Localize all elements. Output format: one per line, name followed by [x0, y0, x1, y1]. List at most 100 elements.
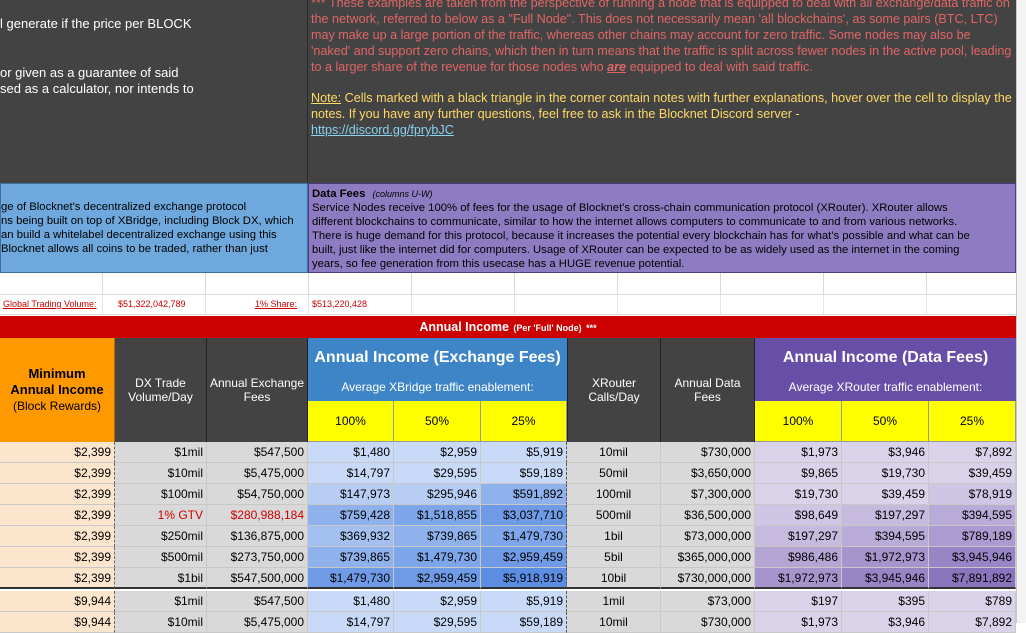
min-income-cell[interactable]: $2,399 [0, 568, 115, 589]
dx-volume-cell[interactable]: $1mil [115, 591, 207, 612]
annual-data-cell[interactable]: $730,000 [661, 442, 755, 463]
xrouter-calls-cell[interactable]: 50mil [567, 463, 661, 484]
annual-data-cell[interactable]: $36,500,000 [661, 505, 755, 526]
data-100-cell[interactable]: $197 [755, 591, 842, 612]
annual-exchange-cell[interactable]: $273,750,000 [207, 547, 308, 568]
dx-volume-cell[interactable]: $1bil [115, 568, 207, 589]
exchange-100-cell[interactable]: $759,428 [308, 505, 394, 526]
xrouter-calls-cell[interactable]: 100mil [567, 484, 661, 505]
data-50-cell[interactable]: $3,945,946 [842, 568, 929, 589]
data-50-cell[interactable]: $197,297 [842, 505, 929, 526]
exchange-group-title: Annual Income (Exchange Fees) [314, 349, 561, 366]
annual-data-cell[interactable]: $365,000,000 [661, 547, 755, 568]
exchange-50-cell[interactable]: $2,959 [394, 591, 481, 612]
data-25-cell[interactable]: $394,595 [929, 505, 1016, 526]
data-100-cell[interactable]: $19,730 [755, 484, 842, 505]
xrouter-calls-cell[interactable]: 10mil [567, 442, 661, 463]
data-100-cell[interactable]: $197,297 [755, 526, 842, 547]
data-100-cell[interactable]: $1,973 [755, 442, 842, 463]
annual-data-cell[interactable]: $7,300,000 [661, 484, 755, 505]
data-100-cell[interactable]: $9,865 [755, 463, 842, 484]
header-data-group: Annual Income (Data Fees) Average XRoute… [755, 338, 1016, 401]
xrouter-calls-cell[interactable]: 5bil [567, 547, 661, 568]
min-income-cell[interactable]: $2,399 [0, 484, 115, 505]
data-25-cell[interactable]: $78,919 [929, 484, 1016, 505]
xrouter-calls-cell[interactable]: 500mil [567, 505, 661, 526]
data-100-cell[interactable]: $986,486 [755, 547, 842, 568]
exchange-100-cell[interactable]: $369,932 [308, 526, 394, 547]
min-income-cell[interactable]: $9,944 [0, 591, 115, 612]
annual-data-cell[interactable]: $73,000,000 [661, 526, 755, 547]
exchange-50-cell[interactable]: $2,959,459 [394, 568, 481, 589]
exchange-50-cell[interactable]: $295,946 [394, 484, 481, 505]
exchange-25-cell[interactable]: $5,919 [481, 591, 567, 612]
pct-header-exchange-25: 25% [481, 401, 567, 442]
annual-income-banner: Annual Income (Per 'Full' Node) *** [0, 316, 1016, 338]
data-25-cell[interactable]: $3,945,946 [929, 547, 1016, 568]
exchange-25-cell[interactable]: $1,479,730 [481, 526, 567, 547]
exchange-50-cell[interactable]: $739,865 [394, 526, 481, 547]
exchange-25-cell[interactable]: $3,037,710 [481, 505, 567, 526]
exchange-50-cell[interactable]: $29,595 [394, 463, 481, 484]
min-income-cell[interactable]: $2,399 [0, 442, 115, 463]
dx-volume-cell[interactable]: $10mil [115, 463, 207, 484]
xrouter-calls-cell[interactable]: 1mil [567, 591, 661, 612]
data-50-cell[interactable]: $394,595 [842, 526, 929, 547]
exchange-100-cell[interactable]: $147,973 [308, 484, 394, 505]
exchange-50-cell[interactable]: $2,959 [394, 442, 481, 463]
exchange-100-cell[interactable]: $1,480 [308, 442, 394, 463]
data-100-cell[interactable]: $1,972,973 [755, 568, 842, 589]
exchange-25-cell[interactable]: $591,892 [481, 484, 567, 505]
data-50-cell[interactable]: $19,730 [842, 463, 929, 484]
min-income-cell[interactable]: $2,399 [0, 505, 115, 526]
data-50-cell[interactable]: $1,972,973 [842, 547, 929, 568]
exchange-100-cell[interactable]: $14,797 [308, 463, 394, 484]
exchange-100-cell[interactable]: $1,480 [308, 591, 394, 612]
dx-volume-cell[interactable]: $500mil [115, 547, 207, 568]
annual-exchange-cell[interactable]: $136,875,000 [207, 526, 308, 547]
banner-sub: (Per 'Full' Node) [513, 323, 582, 333]
annual-exchange-cell[interactable]: $5,475,000 [207, 463, 308, 484]
exchange-50-cell[interactable]: $1,479,730 [394, 547, 481, 568]
data-25-cell[interactable]: $789 [929, 591, 1016, 612]
exchange-25-cell[interactable]: $2,959,459 [481, 547, 567, 568]
dx-volume-cell[interactable]: $250mil [115, 526, 207, 547]
min-income-cell[interactable]: $2,399 [0, 526, 115, 547]
exchange-50-cell[interactable]: $1,518,855 [394, 505, 481, 526]
exchange-25-cell[interactable]: $5,918,919 [481, 568, 567, 589]
annual-exchange-cell[interactable]: $547,500 [207, 591, 308, 612]
exchange-100-cell[interactable]: $1,479,730 [308, 568, 394, 589]
spacer-row [0, 273, 1016, 295]
discord-link[interactable]: https://discord.gg/fprybJC [311, 123, 454, 137]
exchange-25-cell[interactable]: $59,189 [481, 463, 567, 484]
annual-exchange-cell[interactable]: $280,988,184 [207, 505, 308, 526]
annual-exchange-cell[interactable]: $547,500 [207, 442, 308, 463]
min-income-cell[interactable]: $2,399 [0, 463, 115, 484]
annual-exchange-line: Fees [243, 390, 271, 404]
data-100-cell[interactable]: $98,649 [755, 505, 842, 526]
data-50-cell[interactable]: $39,459 [842, 484, 929, 505]
exchange-25-cell[interactable]: $5,919 [481, 442, 567, 463]
note-paragraph: Note: Cells marked with a black triangle… [311, 90, 1012, 138]
dx-volume-cell[interactable]: $100mil [115, 484, 207, 505]
data-25-cell[interactable]: $7,891,892 [929, 568, 1016, 589]
dx-volume-cell[interactable]: 1% GTV [115, 505, 207, 526]
exchange-100-cell[interactable]: $739,865 [308, 547, 394, 568]
annual-data-cell[interactable]: $730,000,000 [661, 568, 755, 589]
annual-exchange-cell[interactable]: $54,750,000 [207, 484, 308, 505]
data-50-cell[interactable]: $3,946 [842, 442, 929, 463]
data-25-cell[interactable]: $7,892 [929, 442, 1016, 463]
annual-data-cell[interactable]: $73,000 [661, 591, 755, 612]
share-value: $513,220,428 [312, 299, 368, 309]
min-income-cell[interactable]: $2,399 [0, 547, 115, 568]
data-50-cell[interactable]: $395 [842, 591, 929, 612]
annual-data-cell[interactable]: $3,650,000 [661, 463, 755, 484]
data-25-cell[interactable]: $789,189 [929, 526, 1016, 547]
annual-exchange-cell[interactable]: $547,500,000 [207, 568, 308, 589]
header-annual-data: Annual Data Fees [661, 338, 755, 442]
xrouter-calls-cell[interactable]: 1bil [567, 526, 661, 547]
xrouter-calls-cell[interactable]: 10bil [567, 568, 661, 589]
info-text-line: sed as a calculator, nor intends to [0, 81, 194, 96]
dx-volume-cell[interactable]: $1mil [115, 442, 207, 463]
data-25-cell[interactable]: $39,459 [929, 463, 1016, 484]
